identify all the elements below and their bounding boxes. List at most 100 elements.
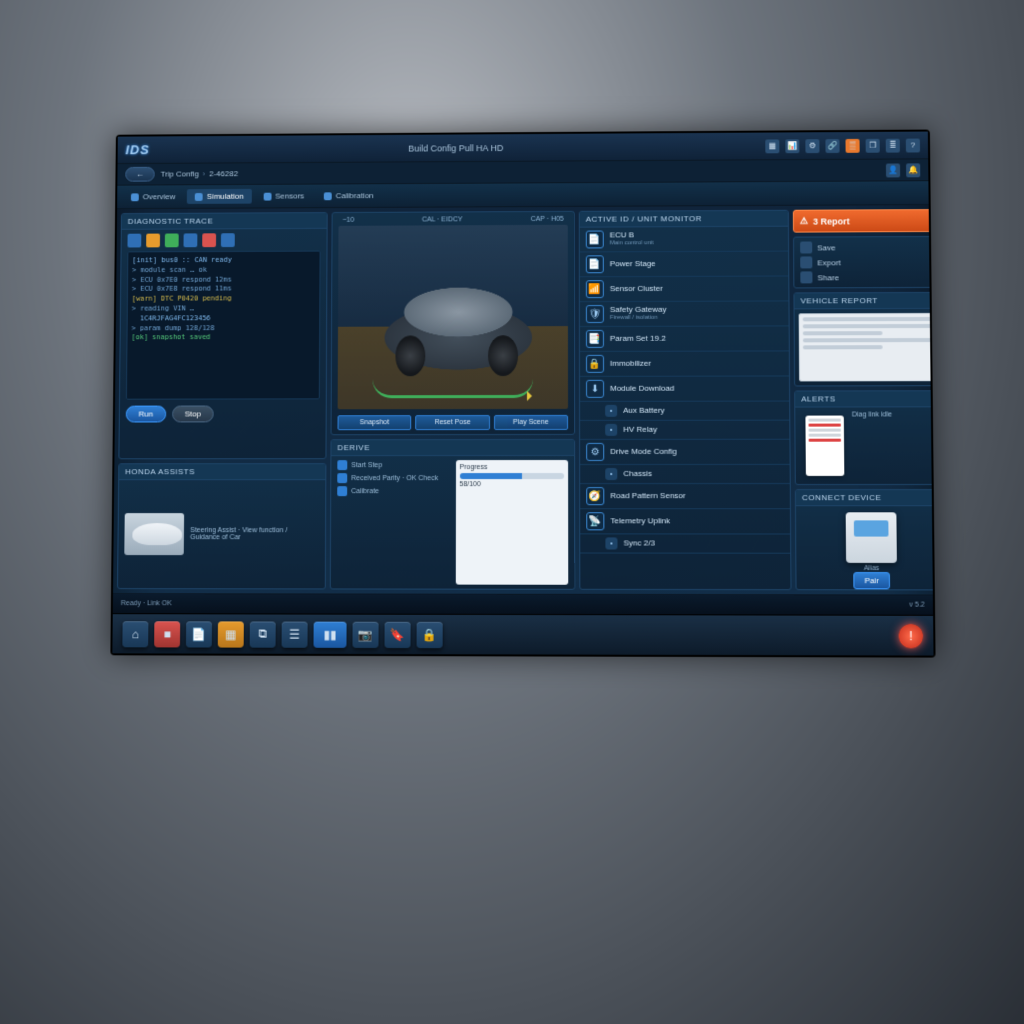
device-title: Connect Device <box>796 490 933 506</box>
user-icon[interactable]: 👤 <box>886 163 900 177</box>
dock-lock-button[interactable]: 🔒 <box>417 621 443 647</box>
attrib-row[interactable]: 📡Telemetry Uplink <box>580 509 790 534</box>
tool-icon[interactable] <box>146 234 160 248</box>
bell-icon[interactable]: 🔔 <box>906 163 920 177</box>
device-icon <box>846 512 897 563</box>
settings-icon[interactable]: ⚙ <box>805 139 819 153</box>
dock-home-button[interactable]: ⌂ <box>122 621 148 647</box>
dock-eq-button[interactable]: ☰ <box>282 621 308 647</box>
attrib-row[interactable]: ⬇ Module Download <box>580 376 789 401</box>
alert-thumb[interactable] <box>805 416 844 476</box>
attrib-icon: ⬇ <box>586 380 604 398</box>
snapshot-button[interactable]: Snapshot <box>338 415 412 430</box>
tab-label: Simulation <box>207 192 244 201</box>
attrib-row[interactable]: •Chassis <box>580 465 790 484</box>
col-attrib: Active ID / Unit Monitor 📄ECU BMain cont… <box>579 210 792 590</box>
tab-dot-icon <box>263 192 271 200</box>
tool-icon[interactable] <box>165 233 179 247</box>
attrib-list: 📄ECU BMain control unit📄Power Stage📶Sens… <box>580 227 790 554</box>
attrib-row[interactable]: 📄ECU BMain control unit <box>580 227 788 253</box>
window-icon[interactable]: ❐ <box>866 138 880 152</box>
status-bar: Ready · Link OK v 5.2 <box>113 593 933 615</box>
derive-item[interactable]: Calibrate <box>337 486 449 496</box>
attrib-sublabel: Main control unit <box>610 240 654 247</box>
document-thumb[interactable] <box>799 313 933 382</box>
attrib-row[interactable]: •Sync 2/3 <box>580 534 790 553</box>
layers-icon[interactable]: ≣ <box>886 138 900 152</box>
grid-icon[interactable]: ▦ <box>765 139 779 153</box>
back-button[interactable]: ← <box>125 167 155 182</box>
attrib-label: Module Download <box>610 384 674 393</box>
overlay-left: −10 <box>342 217 354 224</box>
share-icon <box>800 271 812 283</box>
attrib-label: ECU B <box>610 232 654 241</box>
tool-icon[interactable] <box>127 234 141 248</box>
breadcrumb-item[interactable]: 2-46282 <box>209 169 238 178</box>
device-panel: Connect Device Alias Pair <box>795 489 933 590</box>
report-button[interactable]: ⚠ 3 Report <box>793 209 933 233</box>
side-note: Diag link idle <box>852 411 892 418</box>
dock-tag-button[interactable]: 🔖 <box>385 621 411 647</box>
tool-icon[interactable] <box>183 233 197 247</box>
tab-overview[interactable]: Overview <box>123 189 183 204</box>
tool-icon[interactable] <box>202 233 216 247</box>
derive-item[interactable]: Received Parity · OK Check <box>337 473 449 483</box>
attrib-label: Immobilizer <box>610 359 651 368</box>
attrib-row[interactable]: 📄Power Stage <box>580 252 788 278</box>
derive-title: Derive <box>331 440 574 456</box>
dock-alert-button[interactable]: ! <box>899 623 924 647</box>
attrib-row[interactable]: •HV Relay <box>580 421 789 440</box>
tab-calibration[interactable]: Calibration <box>316 188 382 203</box>
stop-button[interactable]: Stop <box>172 405 214 422</box>
tab-sensors[interactable]: Sensors <box>255 189 312 204</box>
chart-icon[interactable]: 📊 <box>785 139 799 153</box>
attrib-row[interactable]: 🧭Road Pattern Sensor <box>580 484 790 509</box>
dock-stop-button[interactable]: ■ <box>154 621 180 647</box>
quick-save[interactable]: Save <box>800 241 933 254</box>
assist-thumb[interactable] <box>124 513 184 555</box>
attrib-icon: 📶 <box>586 280 604 298</box>
attrib-icon: ⚙ <box>586 443 604 461</box>
vehicle-3d-stage[interactable] <box>338 225 568 410</box>
attrib-label: Chassis <box>623 470 652 479</box>
progress-bar <box>459 473 564 479</box>
attrib-row[interactable]: 🔒Immobilizer <box>580 351 789 376</box>
attrib-row[interactable]: ⚙Drive Mode Config <box>580 440 790 465</box>
attrib-icon: 🧭 <box>586 487 604 505</box>
dock-cam-button[interactable]: 📷 <box>353 621 379 647</box>
reset-pose-button[interactable]: Reset Pose <box>415 415 489 430</box>
attrib-icon: 📑 <box>586 330 604 348</box>
run-button[interactable]: Run <box>126 406 166 423</box>
play-scene-button[interactable]: Play Scene <box>494 415 568 430</box>
attrib-label: Aux Battery <box>623 406 665 415</box>
progress-title: Progress <box>459 464 564 471</box>
derive-panel: Derive Start Step Received Parity · OK C… <box>330 439 576 590</box>
link-icon[interactable]: 🔗 <box>825 139 839 153</box>
dock-copy-button[interactable]: ⧉ <box>250 621 276 647</box>
assist-panel: Honda Assists Steering Assist · View fun… <box>117 463 326 589</box>
tab-label: Sensors <box>275 192 304 201</box>
pair-button[interactable]: Pair <box>853 572 890 589</box>
col-right: ⚠ 3 Report Save Export Share Vehicle Rep… <box>793 209 933 590</box>
rss-icon[interactable]: ▒ <box>845 138 859 152</box>
dock-grid-button[interactable]: ▦ <box>218 621 244 647</box>
report-button-label: 3 Report <box>813 216 850 226</box>
attrib-row[interactable]: •Aux Battery <box>580 402 789 421</box>
quick-export[interactable]: Export <box>800 256 933 269</box>
progress-value: 58/100 <box>459 481 564 488</box>
dock-main-button[interactable]: ▮▮ <box>313 621 346 647</box>
quick-share[interactable]: Share <box>800 271 933 284</box>
app-logo: IDS <box>125 142 149 157</box>
attrib-label: HV Relay <box>623 425 657 434</box>
attrib-row[interactable]: 📶Sensor Cluster <box>580 276 789 302</box>
tab-simulation[interactable]: Simulation <box>187 189 251 204</box>
help-icon[interactable]: ? <box>906 138 920 152</box>
attrib-icon: 📄 <box>586 255 604 273</box>
breadcrumb-item[interactable]: Trip Config <box>161 169 199 178</box>
dock-doc-button[interactable]: 📄 <box>186 621 212 647</box>
attrib-row[interactable]: 📑Param Set 19.2 <box>580 326 789 352</box>
derive-item[interactable]: Start Step <box>337 460 449 470</box>
attrib-label: Safety Gateway <box>610 306 667 315</box>
tool-icon[interactable] <box>221 233 235 247</box>
attrib-row[interactable]: 🛡Safety GatewayFirewall / isolation <box>580 301 789 327</box>
